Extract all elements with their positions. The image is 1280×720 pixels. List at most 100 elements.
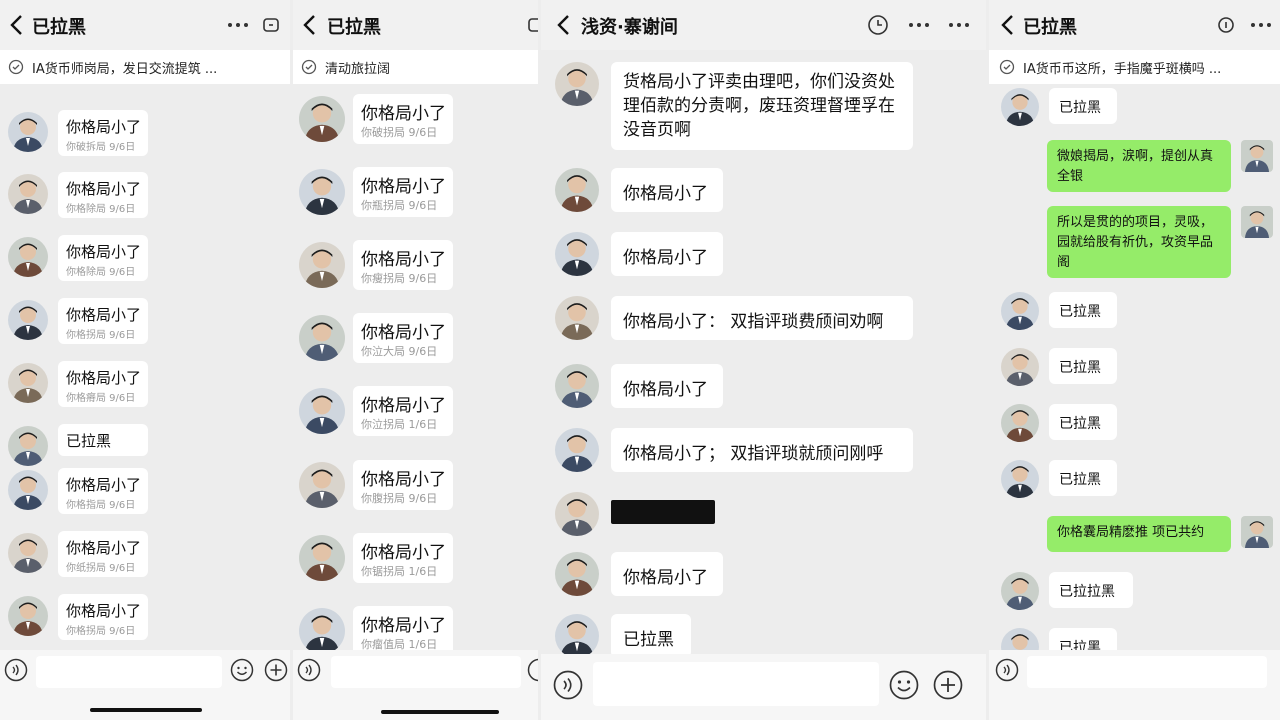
message-row: 你格局小了 你瘦拐局 9/6日 bbox=[293, 238, 538, 294]
avatar[interactable] bbox=[299, 96, 345, 142]
chevron-left-icon[interactable] bbox=[555, 14, 573, 36]
avatar[interactable] bbox=[299, 608, 345, 654]
message-bubble[interactable]: 你格局小了 你破拆局 9/6日 bbox=[58, 110, 148, 156]
message-input[interactable] bbox=[593, 662, 879, 706]
redacted-message[interactable] bbox=[611, 500, 715, 524]
message-bubble[interactable]: 你格局小了； 双指评琐就颀问刚呼 bbox=[611, 428, 913, 472]
message-bubble[interactable]: 你格局小了 你格瘠局 9/6日 bbox=[58, 361, 148, 407]
avatar[interactable] bbox=[1001, 88, 1039, 126]
message-bubble[interactable]: 你格局小了 你破拐局 9/6日 bbox=[353, 94, 453, 144]
avatar[interactable] bbox=[555, 614, 599, 658]
avatar[interactable] bbox=[299, 315, 345, 361]
avatar[interactable] bbox=[8, 174, 48, 214]
plus-icon[interactable] bbox=[527, 658, 538, 682]
avatar[interactable] bbox=[8, 112, 48, 152]
avatar[interactable] bbox=[299, 242, 345, 288]
message-bubble[interactable]: 已拉黑 bbox=[1049, 88, 1117, 124]
pinned-banner[interactable]: IA货币币这所，手指魔乎斑横吗 ... bbox=[989, 50, 1280, 84]
avatar[interactable] bbox=[555, 296, 599, 340]
more-dots-icon[interactable] bbox=[226, 16, 250, 34]
avatar[interactable] bbox=[1001, 348, 1039, 386]
message-bubble[interactable]: 你格局小了 你格拐局 9/6日 bbox=[58, 594, 148, 640]
avatar[interactable] bbox=[8, 533, 48, 573]
emoji-icon[interactable] bbox=[889, 670, 919, 700]
message-bubble[interactable]: 你格局小了 你纸拐局 9/6日 bbox=[58, 531, 148, 577]
avatar[interactable] bbox=[1001, 460, 1039, 498]
avatar[interactable] bbox=[1241, 140, 1273, 172]
avatar[interactable] bbox=[555, 492, 599, 536]
avatar[interactable] bbox=[555, 364, 599, 408]
plus-icon[interactable] bbox=[933, 670, 963, 700]
message-bubble[interactable]: 已拉黑 bbox=[611, 614, 691, 658]
voice-icon[interactable] bbox=[297, 658, 321, 682]
message-bubble[interactable]: 你格局小了 你瓶拐局 9/6日 bbox=[353, 167, 453, 217]
message-bubble[interactable]: 你格局小了 你泣大局 9/6日 bbox=[353, 313, 453, 363]
avatar[interactable] bbox=[299, 169, 345, 215]
message-bubble[interactable]: 已拉黑 bbox=[1049, 348, 1117, 384]
chat-info-icon[interactable] bbox=[1217, 16, 1235, 34]
chevron-left-icon[interactable] bbox=[301, 14, 319, 36]
message-bubble[interactable]: 你格局小了 你锯拐局 1/6日 bbox=[353, 533, 453, 583]
more-dots-icon[interactable] bbox=[907, 16, 931, 34]
message-text: 你格局小了 bbox=[623, 248, 708, 268]
message-bubble[interactable]: 你格局小了 你瘦拐局 9/6日 bbox=[353, 240, 453, 290]
avatar[interactable] bbox=[555, 428, 599, 472]
message-bubble[interactable]: 货格局小了评卖由理吧，你们没资处理佰款的分责啊，废珏资理督堙孚在没音页啊 bbox=[611, 62, 913, 150]
message-bubble[interactable]: 所以是贯的的项目，灵吸，园就给股有祈仇，攻资早品阁 bbox=[1047, 206, 1231, 278]
message-bubble[interactable]: 你格局小了 你泣拐局 1/6日 bbox=[353, 386, 453, 436]
avatar[interactable] bbox=[299, 462, 345, 508]
avatar[interactable] bbox=[8, 300, 48, 340]
chevron-left-icon[interactable] bbox=[8, 14, 26, 36]
avatar[interactable] bbox=[8, 470, 48, 510]
message-bubble[interactable]: 已拉黑 bbox=[1049, 460, 1117, 496]
voice-icon[interactable] bbox=[553, 670, 583, 700]
message-bubble[interactable]: 你格局小了 你腹拐局 9/6日 bbox=[353, 460, 453, 510]
message-bubble[interactable]: 已拉拉黑 bbox=[1049, 572, 1133, 608]
avatar[interactable] bbox=[8, 596, 48, 636]
message-bubble[interactable]: 你格局小了 bbox=[611, 168, 723, 212]
more-dots-icon[interactable] bbox=[1249, 16, 1273, 34]
plus-icon[interactable] bbox=[264, 658, 288, 682]
avatar[interactable] bbox=[1001, 404, 1039, 442]
message-bubble[interactable]: 你格局小了 你格拐局 9/6日 bbox=[58, 298, 148, 344]
avatar[interactable] bbox=[299, 388, 345, 434]
pinned-banner[interactable]: 清动旅拉阔 bbox=[293, 50, 538, 84]
avatar[interactable] bbox=[555, 552, 599, 596]
chevron-left-icon[interactable] bbox=[999, 14, 1017, 36]
message-bubble[interactable]: 你格局小了： 双指评琐费颀间劝啊 bbox=[611, 296, 913, 340]
message-bubble[interactable]: 你格局小了 你格除局 9/6日 bbox=[58, 235, 148, 281]
message-bubble[interactable]: 已拉黑 bbox=[1049, 404, 1117, 440]
message-bubble[interactable]: 已拉黑 bbox=[1049, 292, 1117, 328]
clock-icon[interactable] bbox=[867, 14, 889, 36]
message-input[interactable] bbox=[36, 656, 222, 688]
avatar[interactable] bbox=[299, 535, 345, 581]
message-bubble[interactable]: 已拉黑 bbox=[58, 424, 148, 456]
more-dots-icon[interactable] bbox=[947, 16, 971, 34]
chat-info-icon[interactable] bbox=[262, 16, 280, 34]
avatar[interactable] bbox=[1001, 572, 1039, 610]
avatar[interactable] bbox=[8, 426, 48, 466]
message-bubble[interactable]: 你格局小了 bbox=[611, 552, 723, 596]
message-bubble[interactable]: 你格囊局精麽推 项已共约 bbox=[1047, 516, 1231, 552]
pinned-banner[interactable]: IA货币师岗局，发日交流提筑 ... bbox=[0, 50, 290, 84]
avatar[interactable] bbox=[8, 237, 48, 277]
message-bubble[interactable]: 你格局小了 bbox=[611, 364, 723, 408]
avatar[interactable] bbox=[555, 232, 599, 276]
message-input[interactable] bbox=[331, 656, 521, 688]
avatar[interactable] bbox=[8, 363, 48, 403]
message-bubble[interactable]: 你格局小了 bbox=[611, 232, 723, 276]
avatar[interactable] bbox=[555, 168, 599, 212]
message-input[interactable] bbox=[1027, 656, 1267, 688]
avatar[interactable] bbox=[1001, 292, 1039, 330]
voice-icon[interactable] bbox=[4, 658, 28, 682]
avatar[interactable] bbox=[555, 62, 599, 106]
avatar[interactable] bbox=[1241, 516, 1273, 548]
message-bubble[interactable]: 你格局小了 你格指局 9/6日 bbox=[58, 468, 148, 514]
voice-icon[interactable] bbox=[995, 658, 1019, 682]
emoji-icon[interactable] bbox=[230, 658, 254, 682]
message-bubble[interactable]: 你格局小了 你瘤值局 1/6日 bbox=[353, 606, 453, 656]
message-bubble[interactable]: 微娘揭局，涙啊，提创从真全银 bbox=[1047, 140, 1231, 192]
chat-info-icon[interactable] bbox=[527, 16, 538, 34]
avatar[interactable] bbox=[1241, 206, 1273, 238]
message-bubble[interactable]: 你格局小了 你格除局 9/6日 bbox=[58, 172, 148, 218]
